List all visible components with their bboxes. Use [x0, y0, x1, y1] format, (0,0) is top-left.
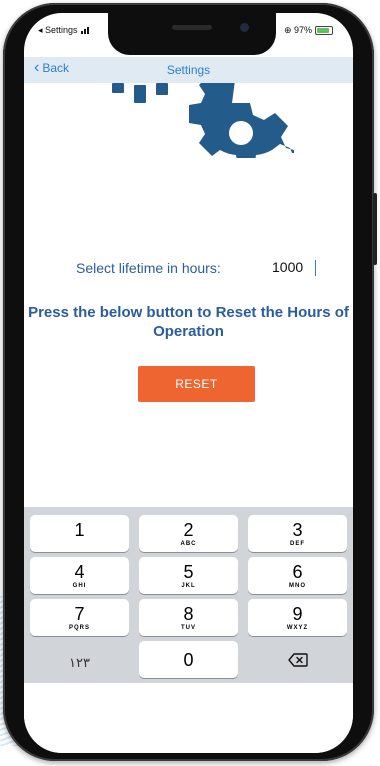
key-7[interactable]: 7 PQRS	[30, 599, 129, 636]
signal-icon	[80, 27, 89, 34]
side-button	[373, 193, 377, 265]
key-letters: DEF	[290, 541, 305, 547]
home-indicator-area	[24, 683, 353, 753]
key-digit: 5	[183, 562, 194, 582]
key-letters: JKL	[181, 583, 196, 589]
battery-percent: ⊕ 97%	[283, 25, 312, 35]
key-digit: 3	[292, 520, 303, 540]
key-letters: GHI	[72, 583, 87, 589]
key-0[interactable]: 0	[139, 641, 238, 678]
numeric-keypad: 1 2 ABC 3 DEF 4 GHI 5 JKL 6 MNO 7 PQRS 8…	[24, 507, 353, 683]
key-digit: 8	[183, 604, 194, 624]
page-title: Settings	[166, 63, 211, 77]
key-letters: TUV	[181, 625, 196, 631]
key-1[interactable]: 1	[30, 515, 129, 552]
text-cursor	[315, 260, 316, 276]
key-9[interactable]: 9 WXYZ	[248, 599, 347, 636]
gear-icon	[112, 83, 294, 158]
key-digit: 2	[183, 520, 194, 540]
key-digit: 0	[183, 650, 194, 670]
status-back-app[interactable]: ◂ Settings	[38, 25, 78, 36]
status-left: ◂ Settings	[38, 25, 89, 36]
key-digit: 9	[292, 604, 303, 624]
reset-button[interactable]: RESET	[138, 366, 255, 402]
battery-icon	[315, 26, 333, 35]
key-letters: ABC	[180, 541, 197, 547]
navigation-bar: ‹ Back Settings	[24, 57, 353, 83]
delete-key[interactable]	[248, 641, 347, 678]
key-letters: WXYZ	[286, 625, 309, 631]
key-switch-label: ١٢٣	[69, 655, 90, 670]
keyboard-switch-key[interactable]: ١٢٣	[30, 641, 129, 678]
notch	[108, 13, 276, 55]
key-digit: 4	[74, 562, 85, 582]
key-digit: 6	[292, 562, 303, 582]
key-digit: 1	[74, 520, 85, 540]
camera	[240, 23, 249, 32]
key-3[interactable]: 3 DEF	[248, 515, 347, 552]
speaker	[172, 25, 212, 30]
key-2[interactable]: 2 ABC	[139, 515, 238, 552]
backspace-icon	[287, 652, 308, 667]
lifetime-row: Select lifetime in hours:	[24, 255, 353, 281]
key-5[interactable]: 5 JKL	[139, 557, 238, 594]
status-right: ⊕ 97%	[284, 25, 333, 36]
key-8[interactable]: 8 TUV	[139, 599, 238, 636]
phone-frame: ◂ Settings ⊕ 97% ‹ Back Settings Select …	[3, 3, 377, 761]
lifetime-label: Select lifetime in hours:	[76, 260, 221, 276]
reset-instructions: Press the below button to Reset the Hour…	[28, 304, 349, 340]
key-letters: PQRS	[68, 625, 90, 631]
lifetime-input[interactable]	[272, 256, 318, 278]
key-letters: MNO	[289, 583, 306, 589]
phone-screen: ◂ Settings ⊕ 97% ‹ Back Settings Select …	[24, 13, 353, 753]
key-4[interactable]: 4 GHI	[30, 557, 129, 594]
key-6[interactable]: 6 MNO	[248, 557, 347, 594]
key-digit: 7	[74, 604, 85, 624]
